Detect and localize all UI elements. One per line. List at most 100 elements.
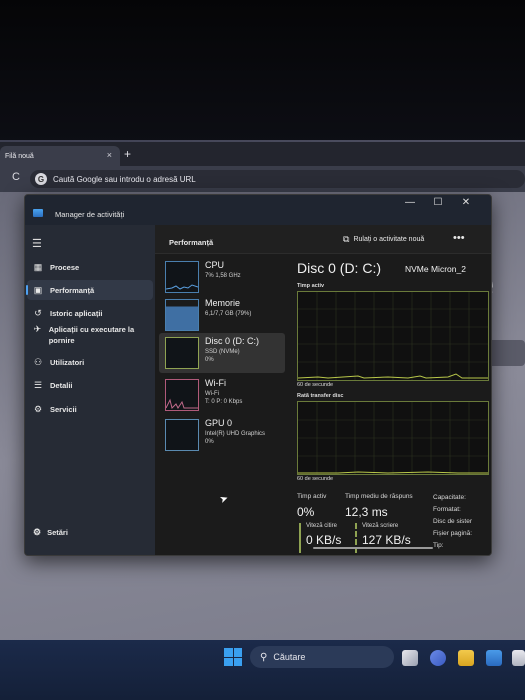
perf-item-detail: 7% 1,58 GHz [205,273,241,279]
page-title: Performanță [169,238,214,247]
run-new-task-label: Rulați o activitate nouă [353,236,425,243]
start-tile [224,657,233,666]
gear-icon: ⚙ [33,527,42,537]
perf-item-name: GPU 0 [205,418,233,428]
perf-item-name: Wi-Fi [205,378,226,388]
perf-item-gpu[interactable]: GPU 0 Intel(R) UHD Graphics 0% [159,415,285,455]
perf-item-wifi[interactable]: Wi-Fi Wi-Fi T: 0 P: 0 Kbps [159,375,285,415]
read-speed-value: 0 KB/s [306,533,342,547]
reload-icon[interactable]: C [12,171,20,183]
perf-item-name: Disc 0 (D: C:) [205,336,259,346]
task-manager-window: Manager de activități — ☐ ✕ ☰ ▦ Procese … [24,194,492,556]
users-icon: ⚇ [33,356,43,367]
store-icon[interactable] [512,650,525,666]
perf-item-detail: 6,1/7,7 GB (79%) [205,311,252,317]
perf-item-memory[interactable]: Memorie 6,1/7,7 GB (79%) [159,295,285,335]
performance-list: CPU 7% 1,58 GHz Memorie 6,1/7,7 GB (79%)… [155,255,291,555]
search-icon: ⚲ [260,651,268,663]
history-icon: ↺ [34,307,42,318]
startup-icon: ✈ [33,324,42,334]
taskbar-search-label: Căutare [273,652,306,662]
perf-item-detail: Intel(R) UHD Graphics [205,431,266,437]
sidebar-item-details[interactable]: ☰ Detalii [27,375,153,395]
browser-tab-bar: Filă nouă × [0,142,525,166]
omnibox-placeholder: Caută Google sau introdu o adresă URL [53,174,196,184]
write-speed-label: Viteză scriere [362,523,399,529]
main-panel: Performanță ⧉ Rulați o activitate nouă •… [155,225,491,555]
performance-icon: ▣ [33,284,43,295]
formatted-label: Formatat: [433,506,461,513]
read-speed-label: Viteză citire [306,523,337,529]
new-tab-button[interactable]: + [124,147,131,161]
minimize-button[interactable]: — [399,197,421,208]
active-time-graph-footer: 60 de secunde [297,382,334,388]
omnibox[interactable]: G Caută Google sau introdu o adresă URL [30,170,525,188]
active-time-label: Timp activ [297,493,327,500]
active-time-value: 0% [297,505,315,519]
start-tile [224,648,233,657]
details-icon: ☰ [33,379,43,390]
sidebar-item-label: Performanță [50,285,95,295]
main-header: Performanță ⧉ Rulați o activitate nouă •… [155,225,491,254]
window-title: Manager de activități [55,210,125,219]
wifi-thumbnail-graph [165,379,199,411]
perf-item-detail: 0% [205,439,214,445]
settings-label: Setări [47,528,68,537]
cpu-thumbnail-graph [165,261,199,293]
sidebar-item-label: Aplicații cu executare la pornire [48,325,135,345]
sidebar-item-startup-apps[interactable]: ✈ Aplicații cu executare la pornire [27,321,153,351]
write-speed-value: 127 KB/s [362,533,411,547]
teams-icon[interactable] [430,650,446,666]
transfer-rate-graph [297,401,489,475]
sidebar-item-processes[interactable]: ▦ Procese [27,257,153,277]
sidebar-item-services[interactable]: ⚙ Servicii [27,399,153,419]
browser-tab[interactable]: Filă nouă × [0,146,120,166]
sidebar-item-app-history[interactable]: ↺ Istoric aplicații [27,303,153,323]
services-icon: ⚙ [33,403,43,414]
start-tile [233,648,242,657]
perf-item-name: CPU [205,260,225,270]
sidebar-item-performance[interactable]: ▣ Performanță [26,280,153,300]
system-disk-label: Disc de sister [433,518,473,525]
detail-title: Disc 0 (D: C:) [297,260,381,276]
sidebar-item-label: Utilizatori [50,357,85,367]
tab-close-icon[interactable]: × [107,150,112,160]
maximize-button[interactable]: ☐ [427,197,449,208]
tab-title: Filă nouă [5,152,34,160]
transfer-rate-graph-label: Rată transfer disc [297,393,344,399]
disk-thumbnail-graph [165,337,199,369]
taskbar-search[interactable]: ⚲ Căutare [250,646,394,668]
avg-response-label: Timp mediu de răspuns [345,493,413,500]
mail-icon[interactable] [486,650,502,666]
file-explorer-icon[interactable] [458,650,474,666]
active-time-graph [297,291,489,381]
sidebar-item-label: Procese [50,262,80,272]
perf-item-cpu[interactable]: CPU 7% 1,58 GHz [159,257,285,297]
title-bar[interactable]: Manager de activități — ☐ ✕ [25,195,491,225]
more-options-button[interactable]: ••• [453,232,465,244]
sidebar-item-label: Detalii [50,380,73,390]
detail-model: NVMe Micron_2 [405,264,466,274]
start-tile [233,657,242,666]
sidebar-item-users[interactable]: ⚇ Utilizatori [27,352,153,372]
page-file-label: Fișier pagină: [433,530,473,537]
horizontal-scrollbar[interactable] [313,547,433,549]
run-task-icon: ⧉ [343,234,350,244]
perf-item-detail: 0% [205,357,214,363]
perf-item-name: Memorie [205,298,241,308]
gpu-thumbnail-graph [165,419,199,451]
google-icon: G [35,173,47,185]
capacity-label: Capacitate: [433,494,466,501]
windows-start-icon[interactable] [224,648,242,666]
settings-button[interactable]: ⚙ Setări [33,527,68,538]
transfer-rate-graph-footer: 60 de secunde [297,476,334,482]
type-label: Tip: [433,542,444,549]
sidebar: ☰ ▦ Procese ▣ Performanță ↺ Istoric apli… [25,225,155,555]
disk-detail-panel: Disc 0 (D: C:) NVMe Micron_2 Timp activ [293,255,491,555]
close-button[interactable]: ✕ [455,197,477,208]
hamburger-menu-icon[interactable]: ☰ [32,237,42,250]
perf-item-disk[interactable]: Disc 0 (D: C:) SSD (NVMe) 0% [159,333,285,373]
run-new-task-button[interactable]: ⧉ Rulați o activitate nouă [343,234,424,245]
task-view-icon[interactable] [402,650,418,666]
processes-icon: ▦ [33,261,43,272]
